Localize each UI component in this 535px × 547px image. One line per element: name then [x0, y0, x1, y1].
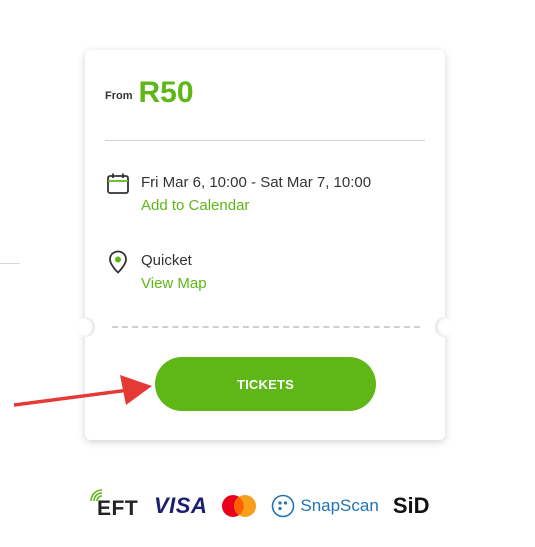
tickets-button[interactable]: TICKETS	[155, 357, 376, 411]
eft-logo: EFT	[88, 489, 140, 521]
snapscan-logo: SnapScan	[271, 494, 379, 518]
left-divider-line	[0, 263, 20, 264]
red-arrow-icon	[12, 370, 154, 415]
payment-methods: EFT VISA SnapScan SiD	[88, 488, 430, 524]
ticket-notch-right	[435, 317, 455, 337]
event-venue-row: Quicket View Map	[105, 249, 207, 294]
venue-name: Quicket	[141, 252, 192, 269]
price-value: R50	[138, 76, 194, 109]
view-map-link[interactable]: View Map	[141, 274, 207, 294]
ticket-notch-left	[75, 317, 95, 337]
sid-logo: SiD	[393, 493, 430, 519]
visa-logo: VISA	[154, 493, 207, 519]
mastercard-icon	[222, 495, 257, 517]
mastercard-logo	[221, 494, 257, 518]
event-date-range: Fri Mar 6, 10:00 - Sat Mar 7, 10:00	[141, 174, 372, 191]
visa-label: VISA	[154, 493, 208, 518]
add-to-calendar-link[interactable]: Add to Calendar	[141, 196, 371, 216]
event-date-row: Fri Mar 6, 10:00 - Sat Mar 7, 10:00 Add …	[105, 173, 371, 216]
snapscan-icon	[272, 494, 295, 518]
ticket-perforation	[112, 326, 420, 328]
calendar-icon	[105, 171, 131, 197]
price-divider	[105, 140, 425, 141]
eft-signal-icon	[90, 489, 103, 502]
snapscan-label: SnapScan	[300, 496, 379, 515]
price-row: From R50	[105, 78, 194, 108]
price-from-label: From	[105, 90, 133, 102]
location-pin-icon	[105, 249, 131, 275]
sid-label: SiD	[392, 493, 430, 518]
